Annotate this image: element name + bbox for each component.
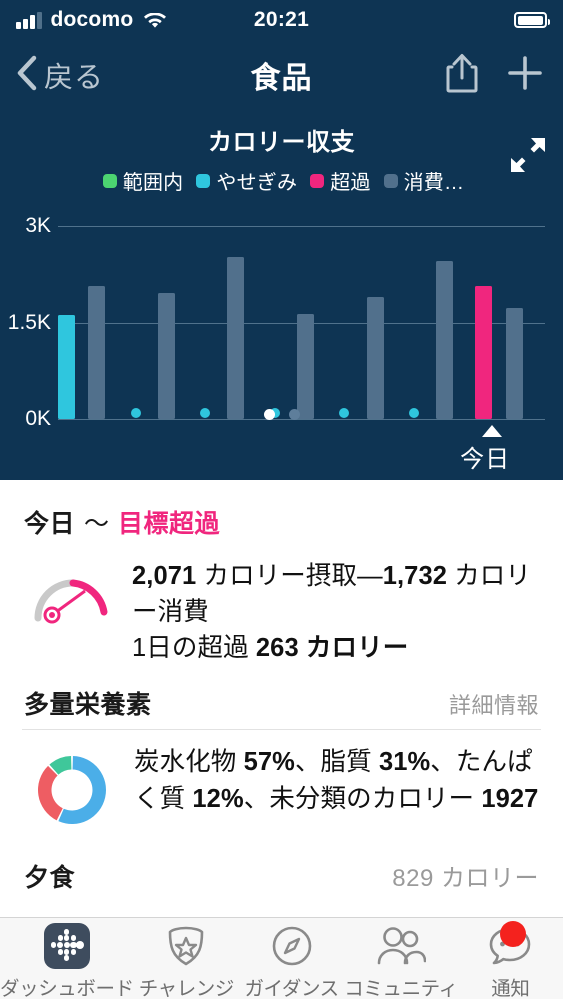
people-icon xyxy=(376,925,426,967)
legend-color-swatch xyxy=(384,174,398,188)
burn-bar xyxy=(436,261,453,419)
intake-bar xyxy=(475,286,492,419)
chart-legend: 範囲内 やせぎみ 超過 消費… xyxy=(0,166,563,195)
back-button-label: 戻る xyxy=(44,54,104,96)
clock-label: 20:21 xyxy=(0,8,563,32)
y-axis-tick-label: 1.5K xyxy=(8,311,51,335)
fat-label: 、脂質 xyxy=(295,748,379,776)
protein-value: 12% xyxy=(192,785,243,813)
chart-title: カロリー収支 xyxy=(0,122,563,157)
shield-star-icon xyxy=(164,924,208,968)
intake-suffix: カロリー摂取— xyxy=(196,562,382,590)
tab-label: チャレンジ xyxy=(139,972,234,1001)
tab-guidance[interactable]: ガイダンス xyxy=(239,923,344,1001)
macros-details-link[interactable]: 詳細情報 xyxy=(449,688,539,720)
y-axis-tick-label: 3K xyxy=(25,214,51,238)
chart-page-dots[interactable] xyxy=(0,409,563,420)
tab-community[interactable]: コミュニティ xyxy=(344,923,457,1001)
add-button[interactable] xyxy=(507,55,543,96)
macros-row: 炭水化物 57%、脂質 31%、たんぱく質 12%、未分類のカロリー 1927 xyxy=(0,730,563,846)
tab-icon-wrapper xyxy=(376,923,426,969)
status-right xyxy=(514,12,547,28)
uncategorized-value: 1927 xyxy=(481,785,538,813)
burn-bar xyxy=(506,308,523,419)
meal-row-dinner[interactable]: 夕食 829 カロリー xyxy=(0,846,563,904)
gauge-icon xyxy=(30,564,116,626)
legend-label: 範囲内 xyxy=(123,166,184,195)
plus-icon xyxy=(507,55,543,96)
tab-label: ガイダンス xyxy=(244,972,338,1001)
chart-page-dot[interactable] xyxy=(289,409,300,420)
status-badge: 目標超過 xyxy=(118,504,220,540)
macros-section-header: 多量栄養素 詳細情報 xyxy=(0,677,563,729)
tab-icon-wrapper xyxy=(164,923,208,969)
status-bar: docomo 20:21 xyxy=(0,0,563,40)
bottom-tab-bar: ダッシュボード チャレンジ ガイダンス コミュニティ 通知 xyxy=(0,917,563,999)
burn-bar xyxy=(158,293,175,419)
chart-page-dot[interactable] xyxy=(264,409,275,420)
today-axis-label: 今日 xyxy=(460,439,510,474)
meal-title: 夕食 xyxy=(24,858,75,894)
legend-item: 消費… xyxy=(384,166,465,195)
share-icon xyxy=(445,52,479,99)
tab-notifications[interactable]: 通知 xyxy=(458,923,563,1001)
tab-label: ダッシュボード xyxy=(0,972,134,1001)
uncategorized-label: 、未分類のカロリー xyxy=(244,785,482,813)
burn-bar xyxy=(367,297,384,419)
tab-dashboard[interactable]: ダッシュボード xyxy=(0,923,134,1001)
calorie-summary-text: 2,071 カロリー摂取—1,732 カロリー消費 1日の超過 263 カロリー xyxy=(132,556,541,667)
detail-content: 今日 〜 目標超過 2,071 カロリー摂取—1,732 カロリー消費 1日の超… xyxy=(0,480,563,904)
tab-icon-wrapper xyxy=(270,923,314,969)
intake-bar xyxy=(58,315,75,419)
legend-item: 超過 xyxy=(310,166,370,195)
chart-header: カロリー収支 範囲内 やせぎみ 超過 消費… xyxy=(0,110,563,195)
legend-label: 超過 xyxy=(330,166,370,195)
legend-color-swatch xyxy=(103,174,117,188)
chevron-left-icon xyxy=(14,53,40,98)
today-marker-triangle xyxy=(482,425,502,437)
tab-label: 通知 xyxy=(491,972,529,1001)
carbs-value: 57% xyxy=(244,748,295,776)
burn-bar xyxy=(297,314,314,420)
today-status-row: 今日 〜 目標超過 xyxy=(0,480,563,540)
legend-label: 消費… xyxy=(404,166,465,195)
burn-bar xyxy=(88,286,105,419)
tab-icon-wrapper xyxy=(488,923,532,969)
legend-color-swatch xyxy=(310,174,324,188)
navbar-actions xyxy=(445,52,549,99)
share-button[interactable] xyxy=(445,52,479,99)
calorie-chart-panel: docomo 20:21 戻る 食品 xyxy=(0,0,563,480)
calorie-summary-row: 2,071 カロリー摂取—1,732 カロリー消費 1日の超過 263 カロリー xyxy=(0,540,563,677)
legend-label: やせぎみ xyxy=(216,166,297,195)
expand-arrows-icon xyxy=(509,161,547,178)
legend-item: 範囲内 xyxy=(103,166,184,195)
fat-value: 31% xyxy=(379,748,430,776)
surplus-suffix: カロリー xyxy=(299,634,409,662)
legend-item: やせぎみ xyxy=(196,166,297,195)
burn-value: 1,732 xyxy=(383,562,447,590)
donut-chart-icon xyxy=(30,748,114,832)
legend-color-swatch xyxy=(196,174,210,188)
burn-bar xyxy=(227,257,244,419)
tab-icon-wrapper xyxy=(44,923,90,969)
battery-icon xyxy=(514,12,547,28)
meal-calories: 829 カロリー xyxy=(392,858,539,893)
navigation-bar: 戻る 食品 xyxy=(0,40,563,110)
compass-icon xyxy=(270,924,314,968)
macros-title: 多量栄養素 xyxy=(24,685,152,721)
expand-chart-button[interactable] xyxy=(509,136,547,179)
surplus-value: 263 xyxy=(256,634,299,662)
today-separator: 〜 xyxy=(84,504,109,540)
carbs-label: 炭水化物 xyxy=(134,748,244,776)
intake-value: 2,071 xyxy=(132,562,196,590)
tab-challenges[interactable]: チャレンジ xyxy=(134,923,239,1001)
dashboard-dots-icon xyxy=(44,923,90,969)
back-button[interactable]: 戻る xyxy=(14,53,104,98)
surplus-prefix: 1日の超過 xyxy=(132,634,256,662)
tab-label: コミュニティ xyxy=(344,972,457,1001)
today-label: 今日 xyxy=(24,504,75,540)
macros-text: 炭水化物 57%、脂質 31%、たんぱく質 12%、未分類のカロリー 1927 xyxy=(134,744,541,818)
calorie-bar-chart[interactable]: 0K1.5K3K 今日 xyxy=(0,201,563,456)
